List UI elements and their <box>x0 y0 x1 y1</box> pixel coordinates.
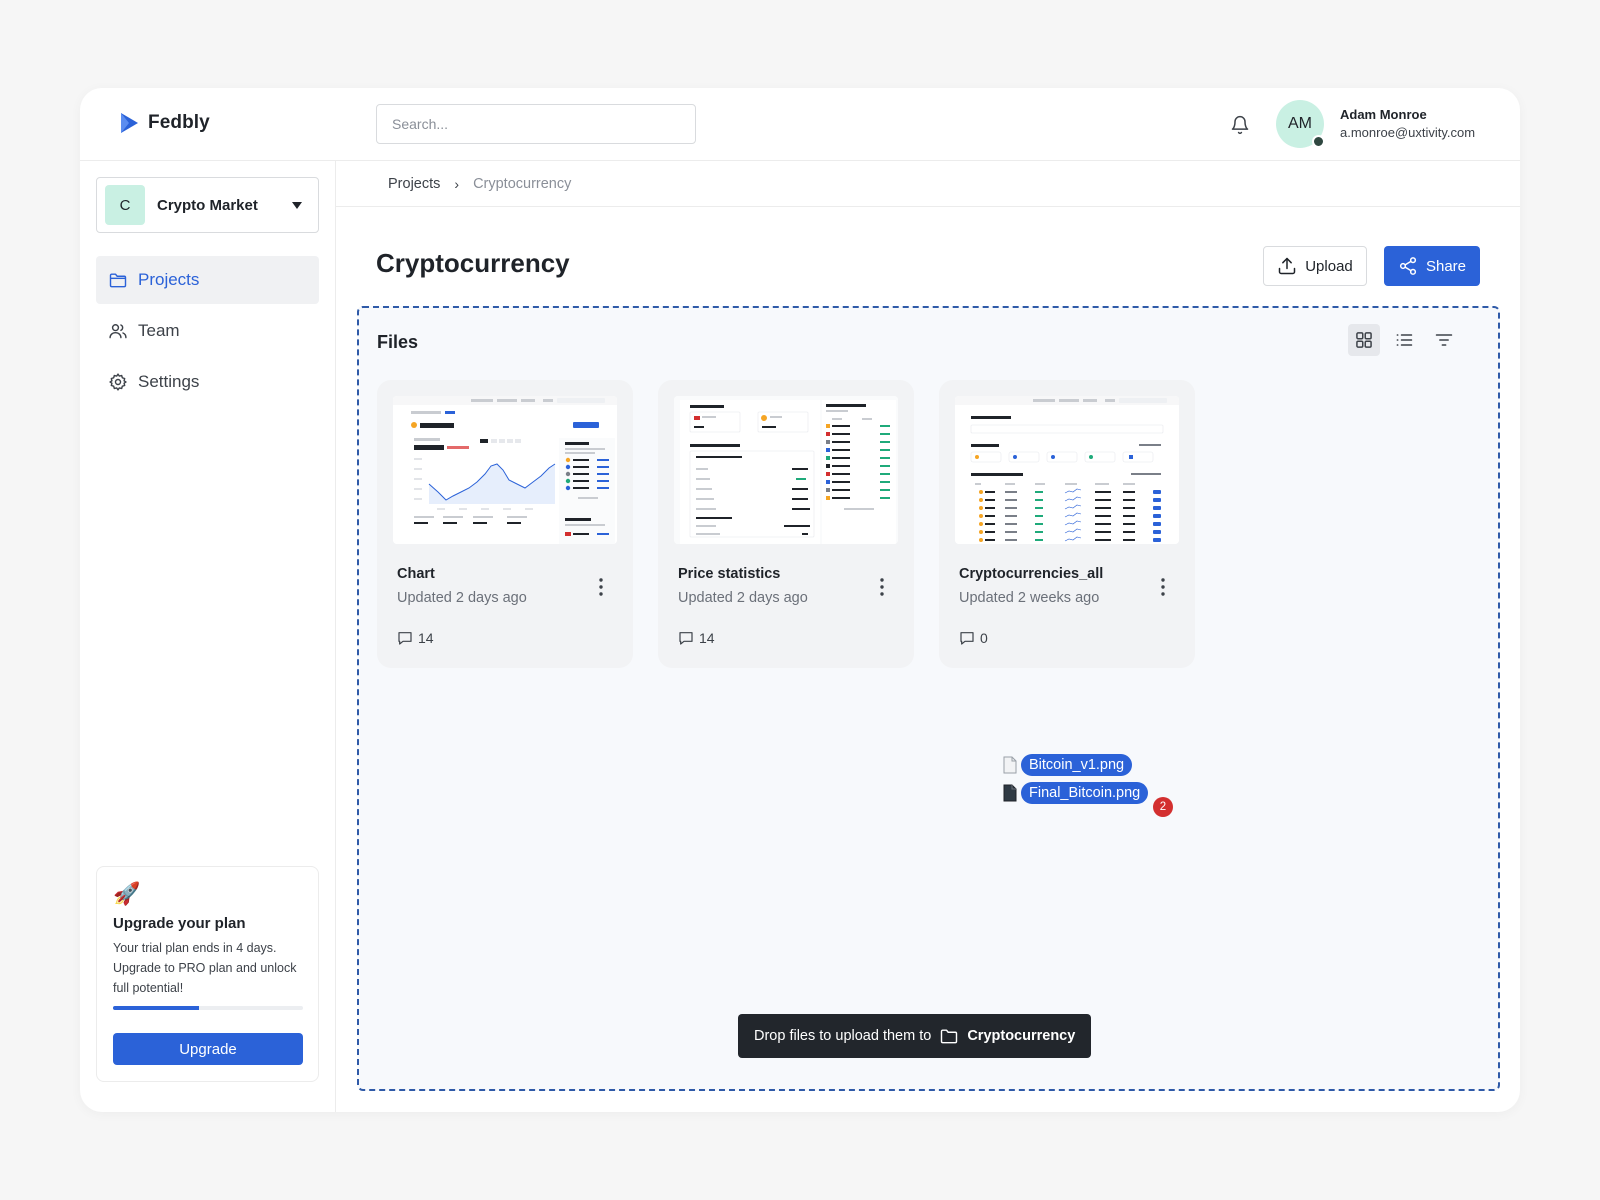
workspace-badge: C <box>105 185 145 225</box>
sidebar-item-settings[interactable]: Settings <box>96 358 319 406</box>
dragged-file[interactable]: Final_Bitcoin.png <box>1003 782 1149 804</box>
list-view-button[interactable] <box>1388 324 1420 356</box>
comment-count[interactable]: 0 <box>959 630 988 646</box>
filter-button[interactable] <box>1428 324 1460 356</box>
image-file-icon <box>1003 784 1017 802</box>
drop-hint-toast: Drop files to upload them to Cryptocurre… <box>738 1014 1092 1058</box>
sidebar-item-team[interactable]: Team <box>96 307 319 355</box>
grid-view-button[interactable] <box>1348 324 1380 356</box>
workspace-selector[interactable]: C Crypto Market <box>96 177 319 233</box>
share-icon <box>1399 257 1417 275</box>
avatar-initials: AM <box>1288 115 1312 132</box>
folder-icon <box>941 1029 958 1044</box>
file-thumbnail <box>955 396 1179 544</box>
file-thumbnail <box>393 396 617 544</box>
upload-label: Upload <box>1305 257 1353 275</box>
share-label: Share <box>1425 257 1467 275</box>
list-view-icon <box>1396 334 1413 346</box>
upgrade-description: Your trial plan ends in 4 days. Upgrade … <box>113 941 297 995</box>
page-title: Cryptocurrency <box>376 248 570 278</box>
more-options-icon[interactable] <box>874 576 890 598</box>
comment-count[interactable]: 14 <box>678 630 715 646</box>
files-section-title: Files <box>377 332 419 352</box>
sidebar-item-label: Team <box>138 321 180 340</box>
comment-count-value: 14 <box>699 630 715 646</box>
chevron-right-icon: › <box>454 175 460 192</box>
comment-count[interactable]: 14 <box>397 630 434 646</box>
filter-icon <box>1435 334 1453 346</box>
app-logo[interactable]: Fedbly <box>118 112 210 134</box>
upgrade-button[interactable]: Upgrade <box>113 1033 303 1065</box>
gear-icon <box>109 373 127 391</box>
comment-count-value: 14 <box>418 630 434 646</box>
breadcrumb-projects-link[interactable]: Projects <box>388 176 440 192</box>
grid-view-icon <box>1356 332 1372 348</box>
file-name: Chart <box>397 566 435 582</box>
file-updated: Updated 2 days ago <box>678 590 808 606</box>
search-input[interactable] <box>376 104 696 144</box>
app-window: Fedbly AM Adam Monroe a.monroe@uxtivity.… <box>80 88 1520 1112</box>
app-name: Fedbly <box>148 112 210 133</box>
dragged-file[interactable]: Bitcoin_v1.png <box>1003 754 1133 776</box>
workspace-name: Crypto Market <box>157 196 258 214</box>
image-file-icon <box>1003 756 1017 774</box>
sidebar-item-projects[interactable]: Projects <box>96 256 319 304</box>
sidebar-item-label: Settings <box>138 372 200 391</box>
more-options-icon[interactable] <box>593 576 609 598</box>
user-email: a.monroe@uxtivity.com <box>1340 125 1476 140</box>
users-icon <box>109 324 127 339</box>
file-card-cryptocurrencies-all[interactable]: Cryptocurrencies_all Updated 2 weeks ago… <box>939 380 1195 668</box>
sidebar: C Crypto Market Projects Team Settings 🚀… <box>80 161 336 1112</box>
trial-progress-fill <box>113 1006 199 1010</box>
upgrade-title: Upgrade your plan <box>113 915 246 932</box>
drop-hint-text: Drop files to upload them to <box>754 1028 932 1044</box>
comment-icon <box>679 632 693 645</box>
comment-icon <box>398 632 412 645</box>
file-updated: Updated 2 weeks ago <box>959 590 1100 606</box>
comment-icon <box>960 632 974 645</box>
trial-progress-bar <box>113 1006 303 1010</box>
file-card-chart[interactable]: Chart Updated 2 days ago 14 <box>377 380 633 668</box>
file-name: Price statistics <box>678 566 781 582</box>
more-options-icon[interactable] <box>1155 576 1171 598</box>
online-status-dot <box>1312 135 1325 148</box>
rocket-icon: 🚀 <box>113 881 141 906</box>
breadcrumb: Projects › Cryptocurrency <box>336 161 1520 207</box>
user-name: Adam Monroe <box>1340 107 1427 122</box>
file-card-price-statistics[interactable]: Price statistics Updated 2 days ago 14 <box>658 380 914 668</box>
dragged-file-name: Bitcoin_v1.png <box>1021 754 1133 776</box>
sidebar-item-label: Projects <box>138 270 200 289</box>
logo-icon <box>121 113 138 133</box>
upgrade-plan-card: 🚀 Upgrade your plan Your trial plan ends… <box>96 866 319 1082</box>
file-thumbnail <box>674 396 898 544</box>
breadcrumb-current: Cryptocurrency <box>473 175 572 192</box>
file-dropzone[interactable]: Files Chart Updated 2 days ago 14 Price … <box>357 306 1500 1091</box>
share-button[interactable]: Share <box>1384 246 1480 286</box>
upload-button[interactable]: Upload <box>1263 246 1367 286</box>
drop-target-folder: Cryptocurrency <box>967 1028 1076 1044</box>
dragged-file-name: Final_Bitcoin.png <box>1021 782 1149 804</box>
folder-icon <box>109 273 127 288</box>
user-avatar[interactable]: AM <box>1276 100 1325 148</box>
upload-icon <box>1278 257 1296 275</box>
top-bar: Fedbly AM Adam Monroe a.monroe@uxtivity.… <box>80 88 1520 161</box>
file-name: Cryptocurrencies_all <box>959 566 1104 582</box>
notifications-bell-icon[interactable] <box>1228 113 1252 137</box>
file-updated: Updated 2 days ago <box>397 590 527 606</box>
caret-down-icon <box>292 201 302 209</box>
comment-count-value: 0 <box>980 630 988 646</box>
drag-count-badge: 2 <box>1153 797 1173 817</box>
